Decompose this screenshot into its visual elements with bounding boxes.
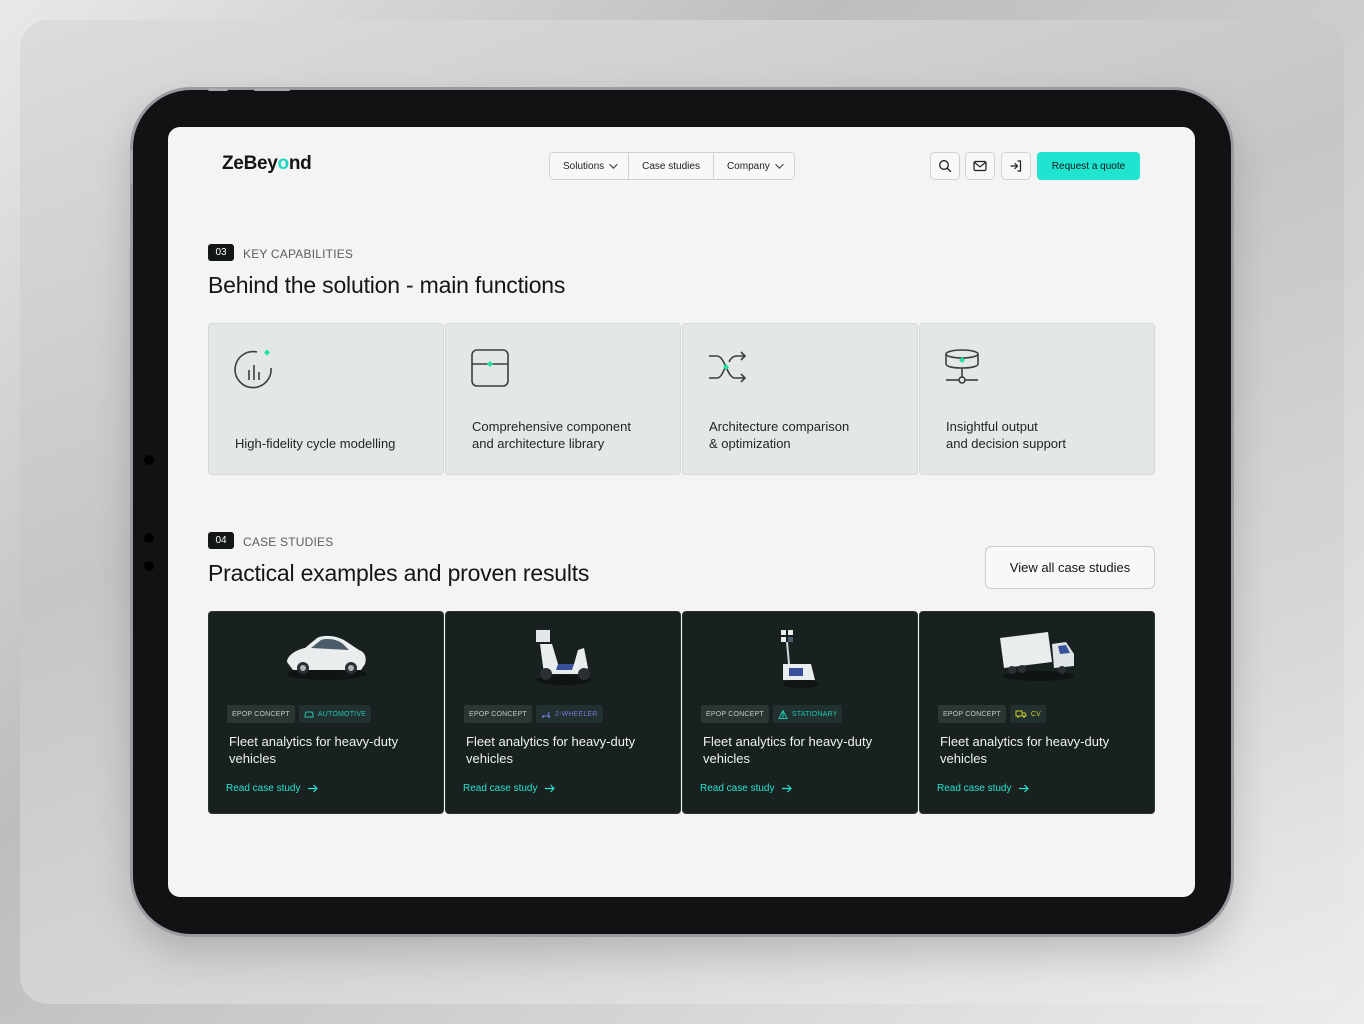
capability-label: Insightful output and decision support <box>946 419 1066 451</box>
capability-label: High-fidelity cycle modelling <box>235 436 396 451</box>
mail-icon <box>973 160 987 172</box>
section-eyebrow: CASE STUDIES <box>243 535 334 549</box>
component-library-icon <box>471 349 509 387</box>
section-number-badge: 04 <box>208 532 234 549</box>
car-illustration <box>287 635 367 680</box>
login-button[interactable] <box>1001 152 1031 180</box>
case-study-card[interactable]: EPOP CONCEPT 2-WHEELER Fleet analytics f… <box>445 611 681 814</box>
car-icon <box>304 711 314 718</box>
section-eyebrow: KEY CAPABILITIES <box>243 247 354 261</box>
tablet-camera <box>144 455 154 465</box>
tablet-side-button <box>130 150 133 184</box>
search-button[interactable] <box>930 152 960 180</box>
capabilities-grid: High-fidelity cycle modelling Comprehens… <box>208 323 1155 475</box>
arrow-right-icon <box>781 784 792 793</box>
concept-tag: EPOP CONCEPT <box>938 705 1006 723</box>
case-study-title: Fleet analytics for heavy-duty vehicles <box>940 734 1110 766</box>
read-case-study-link[interactable]: Read case study <box>937 783 1029 794</box>
section-heading: Practical examples and proven results <box>208 560 590 586</box>
case-study-card[interactable]: EPOP CONCEPT STATIONARY Fleet analytics … <box>682 611 918 814</box>
capability-card[interactable]: Comprehensive component and architecture… <box>445 323 681 475</box>
view-all-case-studies-button[interactable]: View all case studies <box>985 546 1155 589</box>
capability-card[interactable]: High-fidelity cycle modelling <box>208 323 444 475</box>
main-nav: Solutions Case studies Company <box>549 152 795 180</box>
case-study-card[interactable]: EPOP CONCEPT CV Fleet analytics for heav… <box>919 611 1155 814</box>
tower-icon <box>778 709 788 719</box>
chevron-down-icon <box>774 160 784 169</box>
read-case-study-link[interactable]: Read case study <box>700 783 792 794</box>
chevron-down-icon <box>609 160 618 169</box>
scooter-icon <box>541 711 551 718</box>
screen: ZeBeyond Solutions Case studies Company … <box>168 127 1195 897</box>
nav-solutions[interactable]: Solutions <box>550 153 630 179</box>
case-study-card[interactable]: EPOP CONCEPT AUTOMOTIVE Fleet analytics … <box>208 611 444 814</box>
case-study-title: Fleet analytics for heavy-duty vehicles <box>229 734 399 766</box>
section-heading: Behind the solution - main functions <box>208 272 566 298</box>
category-tag: AUTOMOTIVE <box>298 705 372 723</box>
concept-tag: EPOP CONCEPT <box>701 705 769 723</box>
database-output-icon <box>945 349 979 384</box>
category-tag: 2-WHEELER <box>535 705 603 723</box>
logo[interactable]: ZeBeyond <box>222 153 312 175</box>
search-icon <box>939 160 952 173</box>
nav-case-studies[interactable]: Case studies <box>629 153 714 179</box>
arrow-right-icon <box>307 784 318 793</box>
scooter-illustration <box>536 630 592 685</box>
read-case-study-link[interactable]: Read case study <box>463 783 555 794</box>
light-tower-illustration <box>781 630 819 688</box>
mail-button[interactable] <box>965 152 995 180</box>
tablet-top-button <box>208 88 228 91</box>
capability-label: Comprehensive component and architecture… <box>472 419 631 451</box>
tablet-top-button <box>254 88 290 91</box>
case-studies-grid: EPOP CONCEPT AUTOMOTIVE Fleet analytics … <box>208 611 1155 814</box>
capability-card[interactable]: Insightful output and decision support <box>919 323 1155 475</box>
case-study-title: Fleet analytics for heavy-duty vehicles <box>466 734 636 766</box>
category-tag: STATIONARY <box>772 705 843 723</box>
capability-card[interactable]: Architecture comparison & optimization <box>682 323 918 475</box>
tablet-sensor <box>144 561 154 571</box>
concept-tag: EPOP CONCEPT <box>227 705 295 723</box>
case-study-title: Fleet analytics for heavy-duty vehicles <box>703 734 873 766</box>
truck-icon <box>1015 710 1027 718</box>
read-case-study-link[interactable]: Read case study <box>226 783 318 794</box>
tablet-sensor <box>144 533 154 543</box>
cycle-chart-icon <box>234 349 272 389</box>
capability-label: Architecture comparison & optimization <box>709 419 850 451</box>
arrow-right-icon <box>544 784 555 793</box>
login-icon <box>1010 160 1022 172</box>
nav-company[interactable]: Company <box>714 153 794 179</box>
shuffle-compare-icon <box>709 351 747 383</box>
request-quote-button[interactable]: Request a quote <box>1037 152 1140 180</box>
category-tag: CV <box>1009 705 1047 723</box>
section-number-badge: 03 <box>208 244 234 261</box>
arrow-right-icon <box>1018 784 1029 793</box>
concept-tag: EPOP CONCEPT <box>464 705 532 723</box>
truck-illustration <box>1000 632 1074 681</box>
